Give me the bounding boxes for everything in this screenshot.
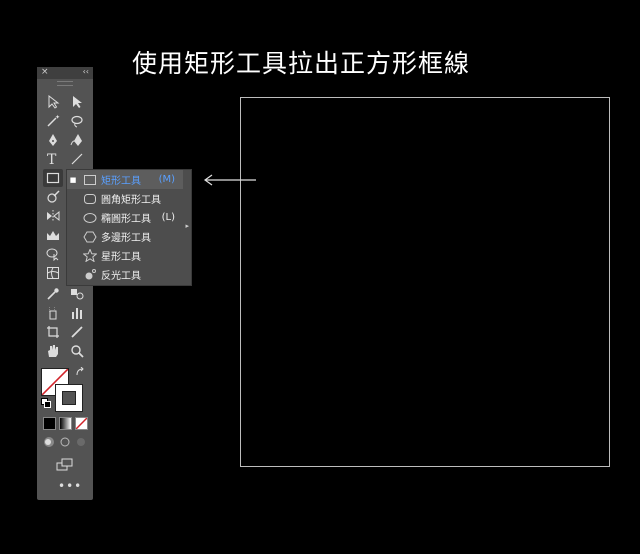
column-graph-tool-icon[interactable] [67, 304, 87, 322]
screen-mode-icon[interactable] [55, 456, 75, 474]
hand-tool-icon[interactable] [43, 342, 63, 360]
puppet-warp-tool-icon[interactable] [43, 226, 63, 244]
flare-icon [79, 268, 101, 281]
flyout-item-label: 多邊形工具 [101, 233, 151, 244]
flyout-item-ellipse[interactable]: 橢圓形工具 (L) [67, 208, 183, 227]
flyout-item-label: 反光工具 [101, 271, 141, 282]
slice-tool-icon[interactable] [67, 323, 87, 341]
panel-grip[interactable] [57, 81, 73, 86]
eyedropper-tool-icon[interactable] [43, 285, 63, 303]
artboard-tool-icon[interactable] [43, 323, 63, 341]
flyout-item-flare[interactable]: 反光工具 [67, 265, 183, 284]
flyout-item-rectangle[interactable]: ■ 矩形工具 (M) [67, 170, 183, 189]
curvature-tool-icon[interactable] [67, 131, 87, 149]
shaper-tool-icon[interactable] [43, 188, 63, 206]
rounded-rectangle-icon [79, 193, 101, 205]
ellipse-icon [79, 212, 101, 224]
flyout-item-shortcut: (M) [158, 174, 175, 185]
reflect-tool-icon[interactable] [43, 207, 63, 225]
flyout-item-label: 橢圓形工具 [101, 214, 151, 225]
svg-text:T: T [47, 152, 57, 166]
default-colors-icon[interactable] [39, 397, 53, 409]
direct-selection-tool-icon[interactable] [67, 93, 87, 111]
symbol-sprayer-tool-icon[interactable]: ⋮⋮ [43, 304, 63, 322]
pen-tool-icon[interactable] [43, 131, 63, 149]
tearoff-arrow-icon[interactable]: ▸ [185, 222, 189, 230]
flyout-item-label: 圓角矩形工具 [101, 195, 161, 206]
selected-dot-icon: ■ [69, 175, 77, 184]
color-mode-icon[interactable] [43, 417, 56, 430]
rectangle-icon [79, 174, 101, 186]
draw-inside-icon[interactable] [73, 435, 89, 449]
blend-tool-icon[interactable] [67, 285, 87, 303]
svg-text:⋮⋮: ⋮⋮ [47, 307, 57, 313]
none-mode-icon[interactable] [75, 417, 88, 430]
type-tool-icon[interactable]: T [43, 150, 63, 168]
magic-wand-tool-icon[interactable]: ✦ [43, 112, 63, 130]
svg-text:✦: ✦ [55, 114, 60, 121]
gradient-mode-icon[interactable] [59, 417, 72, 430]
panel-header: × ‹‹ [37, 67, 93, 79]
flyout-item-shortcut: (L) [161, 212, 175, 223]
flyout-item-star[interactable]: 星形工具 [67, 246, 183, 265]
page-heading: 使用矩形工具拉出正方形框線 [132, 49, 471, 78]
flyout-item-polygon[interactable]: 多邊形工具 [67, 227, 183, 246]
flyout-item-rounded-rectangle[interactable]: 圓角矩形工具 [67, 189, 183, 208]
flyout-item-label: 星形工具 [101, 252, 141, 263]
pointer-arrow-icon [203, 174, 256, 186]
collapse-panel-button[interactable]: ‹‹ [83, 67, 89, 76]
shape-tools-flyout: ■ 矩形工具 (M) 圓角矩形工具 橢圓形工具 (L) 多邊形工具 星形工具 反… [67, 170, 191, 285]
rectangle-tool-icon[interactable] [43, 169, 63, 187]
draw-behind-icon[interactable] [57, 435, 73, 449]
zoom-tool-icon[interactable] [67, 342, 87, 360]
close-panel-button[interactable]: × [41, 67, 49, 77]
polygon-icon [79, 231, 101, 243]
square-frame [240, 97, 610, 467]
draw-normal-icon[interactable] [41, 435, 57, 449]
star-icon [79, 249, 101, 262]
shape-builder-tool-icon[interactable] [43, 245, 63, 263]
selection-tool-icon[interactable] [43, 93, 63, 111]
edit-toolbar-button[interactable]: ••• [58, 479, 82, 493]
stroke-color-swatch[interactable] [55, 384, 83, 412]
flyout-item-label: 矩形工具 [101, 176, 141, 187]
mesh-tool-icon[interactable] [43, 264, 63, 282]
line-segment-tool-icon[interactable] [67, 150, 87, 168]
swap-colors-icon[interactable] [73, 366, 87, 378]
lasso-tool-icon[interactable] [67, 112, 87, 130]
